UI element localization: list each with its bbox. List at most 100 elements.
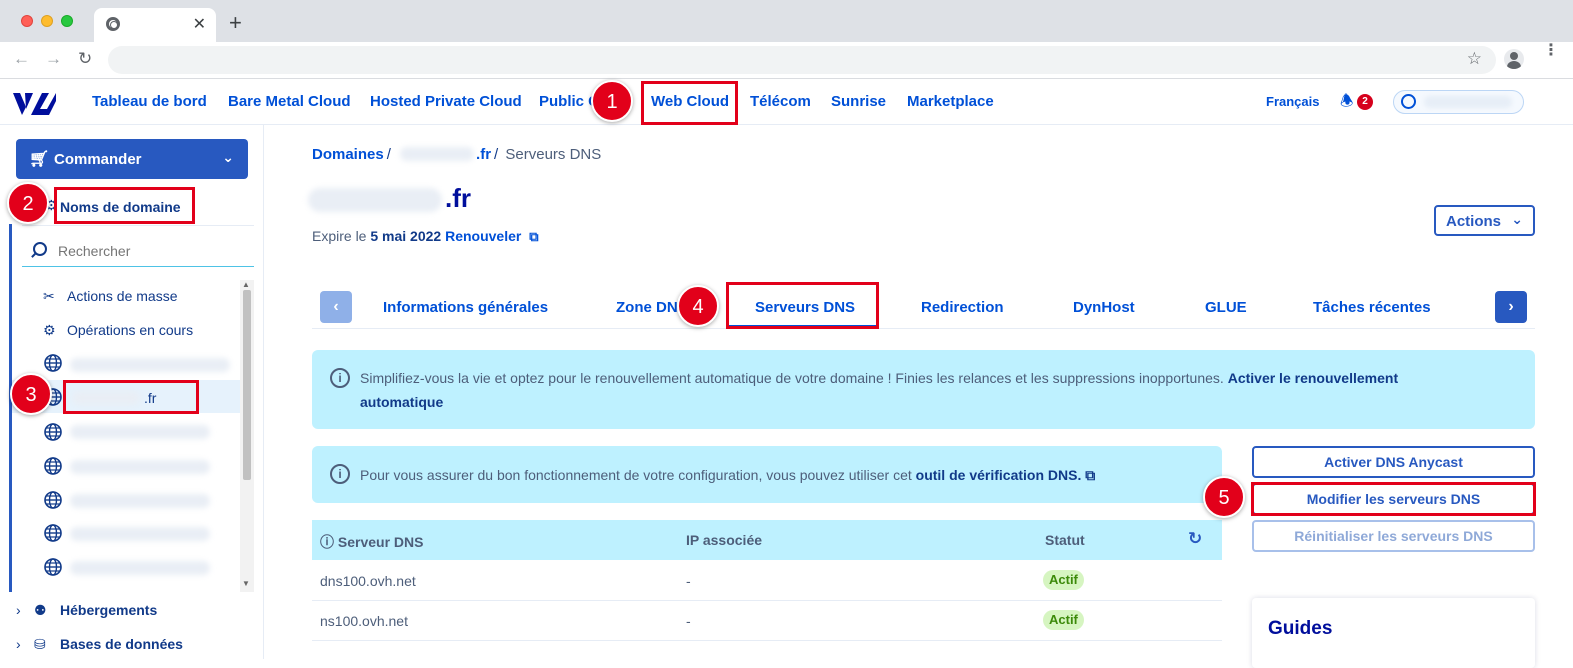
tab-close-icon[interactable]: ✕ — [193, 14, 206, 34]
dns-server-cell: ns100.ovh.net — [320, 613, 408, 629]
sidebar-item-label: Hébergements — [60, 602, 158, 618]
tab-informations-generales[interactable]: Informations générales — [383, 299, 548, 316]
bell-icon[interactable]: 🕭︎ — [1340, 91, 1353, 116]
actions-button-label: Actions — [1446, 213, 1502, 230]
page-title-redacted — [308, 188, 442, 212]
dns-server-cell: dns100.ovh.net — [320, 573, 416, 589]
sidebar-item-databases[interactable]: › ⛁ Bases de données — [16, 636, 183, 653]
domain-name-redacted[interactable] — [70, 527, 210, 541]
step-marker-1: 1 — [591, 80, 633, 122]
nav-public-cloud[interactable]: Public C — [539, 93, 599, 110]
scissors-icon: ✂ — [43, 288, 55, 304]
search-input[interactable] — [58, 243, 238, 259]
external-link-icon[interactable]: ⧉ — [529, 229, 538, 244]
step-marker-4: 4 — [677, 285, 719, 327]
browser-toolbar: ← → ↻ ☆ ⋮ — [0, 42, 1573, 79]
refresh-icon[interactable]: ↻ — [1188, 529, 1202, 549]
back-arrow-icon[interactable]: ← — [13, 49, 30, 69]
domain-name-redacted[interactable] — [70, 460, 210, 474]
forward-arrow-icon[interactable]: → — [45, 49, 62, 69]
nav-hosted-private-cloud[interactable]: Hosted Private Cloud — [370, 93, 522, 110]
column-header-ip[interactable]: IP associée — [686, 532, 762, 548]
activate-anycast-button[interactable]: Activer DNS Anycast — [1252, 446, 1535, 478]
window-zoom-button[interactable] — [61, 15, 73, 27]
chevron-down-icon: ⌄ — [1511, 211, 1523, 227]
nav-tableau-de-bord[interactable]: Tableau de bord — [92, 93, 207, 110]
info-icon: i — [330, 464, 350, 484]
search-icon — [33, 242, 47, 256]
column-header-status[interactable]: Statut — [1045, 532, 1085, 548]
column-header-server[interactable]: ⓘ Serveur DNS — [320, 532, 423, 552]
divider — [22, 225, 254, 226]
external-link-icon[interactable]: ⧉ — [1085, 467, 1095, 483]
sidebar-item-operations[interactable]: ⚙ Opérations en cours — [43, 322, 193, 339]
window-close-button[interactable] — [21, 15, 33, 27]
user-icon — [1401, 94, 1416, 109]
breadcrumb-domaines[interactable]: Domaines — [312, 146, 384, 163]
auto-renew-message: Simplifiez-vous la vie et optez pour le … — [360, 370, 1224, 386]
globe-icon — [44, 423, 62, 441]
tab-dynhost[interactable]: DynHost — [1073, 299, 1135, 316]
renew-link[interactable]: Renouveler — [445, 228, 521, 244]
tab-taches-recentes[interactable]: Tâches récentes — [1313, 299, 1431, 316]
browser-menu-icon[interactable]: ⋮ — [1543, 43, 1559, 59]
tabs-next-button[interactable]: › — [1495, 291, 1527, 323]
breadcrumb-current: Serveurs DNS — [505, 146, 602, 163]
scroll-down-icon[interactable]: ▼ — [242, 579, 250, 588]
sidebar-item-bulk-actions[interactable]: ✂ Actions de masse — [43, 288, 178, 305]
tab-zone-dns[interactable]: Zone DN — [616, 299, 678, 316]
tab-redirection[interactable]: Redirection — [921, 299, 1004, 316]
scroll-up-icon[interactable]: ▲ — [242, 280, 250, 289]
globe-icon — [44, 558, 62, 576]
status-badge: Actif — [1043, 610, 1084, 630]
page-title: .fr — [445, 183, 471, 213]
cart-icon: 🛒︎ — [29, 151, 50, 168]
domain-name-redacted[interactable] — [70, 358, 230, 372]
sidebar-item-hebergements[interactable]: › ⚉ Hébergements — [16, 602, 157, 619]
tab-glue[interactable]: GLUE — [1205, 299, 1247, 316]
domain-search[interactable] — [22, 237, 254, 267]
expiry-label: Expire le — [312, 228, 367, 244]
auto-renew-link-continued[interactable]: automatique — [360, 394, 443, 410]
reset-dns-servers-button[interactable]: Réinitialiser les serveurs DNS — [1252, 520, 1535, 552]
step-marker-3: 3 — [10, 373, 52, 415]
reload-icon[interactable]: ↻ — [78, 49, 92, 69]
domain-name-redacted[interactable] — [70, 425, 210, 439]
auto-renew-text: Simplifiez-vous la vie et optez pour le … — [360, 366, 1510, 414]
dns-check-link[interactable]: outil de vérification DNS. — [916, 467, 1082, 483]
ovh-logo — [13, 93, 56, 115]
nav-bare-metal-cloud[interactable]: Bare Metal Cloud — [228, 93, 351, 110]
address-bar[interactable]: ☆ — [108, 46, 1496, 74]
domain-name-redacted[interactable] — [70, 494, 210, 508]
bookmark-star-icon[interactable]: ☆ — [1467, 49, 1482, 69]
domain-name-redacted[interactable] — [70, 561, 210, 575]
table-row: ns100.ovh.net - Actif — [312, 601, 1222, 641]
browser-tab[interactable]: ✕ — [94, 8, 216, 42]
tabs-divider — [312, 328, 1535, 329]
dns-check-text: Pour vous assurer du bon fonctionnement … — [360, 463, 1095, 487]
profile-avatar-icon[interactable] — [1504, 49, 1524, 69]
breadcrumb-domain[interactable]: .fr — [476, 146, 491, 163]
account-menu[interactable] — [1393, 90, 1524, 114]
gear-icon: ⚙ — [43, 322, 56, 338]
new-tab-button[interactable]: + — [229, 10, 242, 36]
sidebar-item-label: Actions de masse — [67, 288, 178, 304]
breadcrumb-domain-redacted — [400, 147, 475, 161]
nav-marketplace[interactable]: Marketplace — [907, 93, 994, 110]
window-minimize-button[interactable] — [41, 15, 53, 27]
language-selector[interactable]: Français — [1266, 94, 1319, 109]
tabs-prev-button[interactable]: ‹ — [320, 291, 352, 323]
dns-check-message: Pour vous assurer du bon fonctionnement … — [360, 467, 912, 483]
chrome-favicon-icon — [106, 17, 120, 31]
highlight-selected-domain — [63, 380, 199, 414]
sidebar-scrollbar-thumb[interactable] — [243, 290, 251, 480]
breadcrumb: Domaines / .fr / Serveurs DNS — [312, 146, 602, 163]
auto-renew-link[interactable]: Activer le renouvellement — [1228, 370, 1398, 386]
order-button[interactable]: 🛒︎ Commander ⌄ — [16, 139, 248, 179]
chevron-right-icon: › — [16, 636, 21, 652]
globe-icon — [44, 354, 62, 372]
nav-telecom[interactable]: Télécom — [750, 93, 811, 110]
nav-sunrise[interactable]: Sunrise — [831, 93, 886, 110]
sidebar-item-label: Opérations en cours — [67, 322, 194, 338]
actions-button[interactable]: Actions ⌄ — [1434, 205, 1535, 236]
